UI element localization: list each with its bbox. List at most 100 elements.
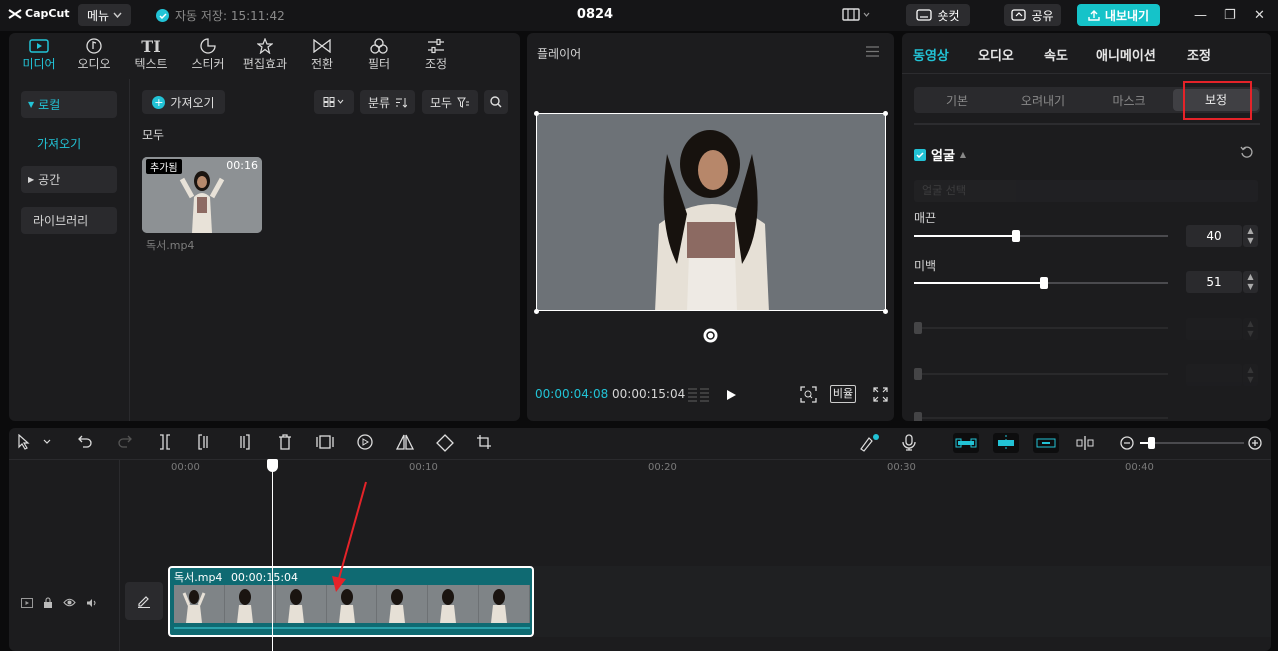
- tab-adjust[interactable]: 조정: [1187, 45, 1211, 64]
- volume-icon[interactable]: [86, 598, 98, 608]
- preview-axis-icon[interactable]: [1076, 436, 1094, 450]
- link-clips-icon[interactable]: [1033, 433, 1059, 453]
- ruler-label: 00:10: [409, 462, 438, 473]
- whiten-stepper[interactable]: ▲ ▼: [1243, 271, 1258, 293]
- sidebar-item-local[interactable]: ▼ 로컬: [21, 91, 117, 118]
- tab-filter[interactable]: 필터: [351, 37, 407, 73]
- playhead-line[interactable]: [272, 460, 273, 651]
- resize-handle[interactable]: [883, 309, 888, 314]
- checkbox-checked-icon[interactable]: [914, 148, 926, 161]
- video-preview[interactable]: [536, 113, 886, 311]
- playhead-handle[interactable]: [267, 459, 278, 472]
- minimize-icon[interactable]: —: [1194, 8, 1207, 23]
- face-section-header[interactable]: 얼굴 ▲: [914, 145, 966, 164]
- sidebar-item-library[interactable]: 라이브러리: [21, 207, 117, 234]
- resize-handle[interactable]: [883, 111, 888, 116]
- maximize-icon[interactable]: ❐: [1224, 8, 1236, 23]
- delete-icon[interactable]: [278, 434, 292, 450]
- tab-adjust[interactable]: 조정: [408, 37, 464, 73]
- filter-button[interactable]: 모두: [422, 90, 478, 114]
- video-track-icon[interactable]: [21, 597, 33, 608]
- import-button[interactable]: + 가져오기: [142, 90, 225, 114]
- tab-speed[interactable]: 속도: [1044, 45, 1068, 64]
- fit-frame-icon[interactable]: [800, 386, 817, 403]
- trim-right-icon[interactable]: [238, 434, 250, 450]
- share-icon: [1011, 9, 1027, 21]
- tab-audio[interactable]: 오디오: [978, 45, 1014, 64]
- frame-thumbnail: [275, 585, 327, 623]
- ruler-label: 00:40: [1125, 462, 1154, 473]
- whiten-value-input[interactable]: 51: [1186, 271, 1242, 293]
- close-icon[interactable]: ✕: [1254, 8, 1265, 23]
- sort-button[interactable]: 분류: [360, 90, 415, 114]
- resize-handle[interactable]: [534, 309, 539, 314]
- ruler-label: 00:20: [648, 462, 677, 473]
- snap-icon[interactable]: [993, 433, 1019, 453]
- waveform-icon[interactable]: [688, 387, 710, 403]
- tab-sticker[interactable]: 스티커: [180, 37, 236, 73]
- zoom-slider-knob[interactable]: [1148, 437, 1155, 449]
- tab-transition[interactable]: 전환: [294, 37, 350, 73]
- lock-icon[interactable]: [43, 597, 53, 608]
- ruler-label: 00:30: [887, 462, 916, 473]
- zoom-slider[interactable]: [1140, 437, 1244, 449]
- slider-knob[interactable]: [1039, 277, 1048, 289]
- mirror-icon[interactable]: [396, 434, 414, 450]
- magic-tool-icon[interactable]: [858, 434, 880, 452]
- redo-icon[interactable]: [118, 434, 132, 448]
- view-toggle-button[interactable]: [314, 90, 354, 114]
- reset-icon[interactable]: [1240, 145, 1254, 159]
- subtab-mask[interactable]: 마스크: [1086, 92, 1172, 109]
- fullscreen-icon[interactable]: [873, 387, 888, 402]
- freeze-frame-icon[interactable]: [316, 434, 334, 450]
- tab-text[interactable]: TI 텍스트: [123, 37, 179, 73]
- subtab-cutout[interactable]: 오려내기: [1000, 92, 1086, 109]
- rotate-icon[interactable]: [703, 328, 718, 343]
- link-main-track-icon[interactable]: [953, 433, 979, 453]
- zoom-in-icon[interactable]: [1248, 436, 1262, 450]
- ratio-button[interactable]: 비율: [830, 385, 856, 403]
- undo-icon[interactable]: [78, 434, 92, 448]
- text-icon: TI: [141, 36, 161, 56]
- tab-effects[interactable]: 편집효과: [237, 37, 293, 73]
- resize-handle[interactable]: [534, 111, 539, 116]
- sticker-icon: [200, 38, 216, 54]
- rotate-clip-icon[interactable]: [436, 434, 454, 452]
- search-button[interactable]: [484, 90, 508, 114]
- sidebar-item-import[interactable]: 가져오기: [37, 135, 81, 152]
- smooth-stepper[interactable]: ▲ ▼: [1243, 225, 1258, 247]
- trim-left-icon[interactable]: [198, 434, 210, 450]
- layout-icon[interactable]: [842, 8, 870, 22]
- shortcut-button[interactable]: 숏컷: [906, 4, 970, 26]
- select-tool-icon[interactable]: [17, 434, 53, 450]
- sidebar-item-space[interactable]: ▶ 공간: [21, 166, 117, 193]
- eye-icon[interactable]: [63, 598, 76, 607]
- share-button[interactable]: 공유: [1004, 4, 1061, 26]
- slider-knob[interactable]: [1011, 230, 1020, 242]
- reverse-play-icon[interactable]: [357, 434, 373, 450]
- face-select-dropdown[interactable]: 얼굴 선택: [914, 180, 1258, 202]
- media-icon: [29, 39, 49, 53]
- cover-edit-button[interactable]: [125, 582, 163, 620]
- subtab-basic[interactable]: 기본: [914, 92, 1000, 109]
- tab-media[interactable]: 미디어: [11, 37, 67, 73]
- tab-video[interactable]: 동영상: [913, 45, 949, 64]
- frame-thumbnail: [174, 585, 225, 623]
- tab-audio[interactable]: 오디오: [66, 37, 122, 73]
- play-icon[interactable]: [726, 389, 737, 401]
- hamburger-icon[interactable]: [866, 46, 879, 57]
- crop-icon[interactable]: [476, 434, 492, 450]
- smooth-slider[interactable]: [914, 230, 1168, 242]
- smooth-value-input[interactable]: 40: [1186, 225, 1242, 247]
- zoom-out-icon[interactable]: [1120, 436, 1134, 450]
- disabled-stepper: ▲ ▼: [1243, 318, 1258, 340]
- tab-animation[interactable]: 애니메이션: [1096, 45, 1156, 64]
- frame-thumbnail: [428, 585, 480, 623]
- export-button[interactable]: 내보내기: [1077, 4, 1160, 26]
- split-icon[interactable]: [159, 434, 171, 450]
- media-clip-thumbnail[interactable]: 추가됨 00:16: [142, 157, 262, 233]
- title-bar: CapCut 메뉴 자동 저장: 15:11:42 0824 숏컷 공유 내보내…: [0, 0, 1278, 31]
- whiten-slider[interactable]: [914, 277, 1168, 289]
- caret-up-icon: ▲: [959, 150, 967, 159]
- microphone-icon[interactable]: [902, 434, 916, 451]
